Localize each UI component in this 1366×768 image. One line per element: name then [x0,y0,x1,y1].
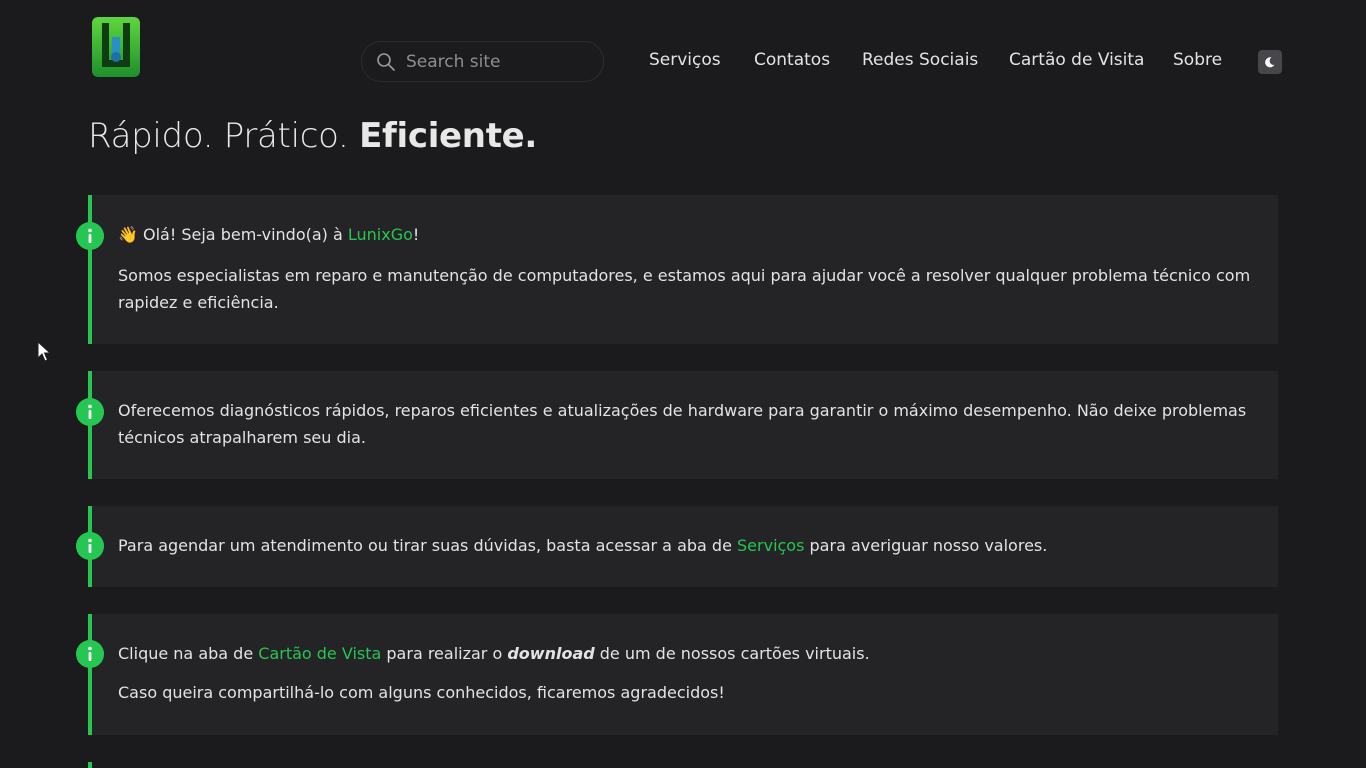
search-box[interactable] [361,41,604,82]
info-icon [76,398,104,426]
schedule-suffix: para averiguar nosso valores. [804,536,1048,555]
info-admonition-welcome: 👋 Olá! Seja bem-vindo(a) à LunixGo! Somo… [76,195,1278,344]
schedule-text: Para agendar um atendimento ou tirar sua… [118,536,738,555]
navbar: Serviços Contatos Redes Sociais Cartão d… [0,0,1366,100]
admonition-line: Para agendar um atendimento ou tirar sua… [118,532,1254,559]
nav-link-contatos[interactable]: Contatos [754,50,830,70]
admonition-line: 👋 Olá! Seja bem-vindo(a) à LunixGo! [118,221,1254,248]
search-input[interactable] [406,50,596,74]
info-admonition-schedule: Para agendar um atendimento ou tirar sua… [76,506,1278,587]
admonition-paragraph: Caso queira compartilhá-lo com alguns co… [118,683,725,702]
moon-icon [1265,57,1275,68]
lunixgo-link[interactable]: LunixGo [348,225,413,244]
logo[interactable] [92,17,140,77]
download-emphasis: download [507,644,595,663]
mouse-cursor-icon [37,341,51,362]
card-text: Clique na aba de [118,644,259,663]
servicos-link[interactable]: Serviços [737,536,804,555]
info-icon [76,532,104,560]
admonition-edge [88,762,92,768]
info-admonition-services: Oferecemos diagnósticos rápidos, reparos… [76,371,1278,479]
nav-link-redes-sociais[interactable]: Redes Sociais [862,50,978,70]
nav-link-cartao-de-visita[interactable]: Cartão de Visita [1009,50,1144,70]
info-icon [76,222,104,250]
page-headline: Rápido. Prático. Eficiente. [88,116,537,156]
search-icon [377,53,395,71]
info-admonition-card: Clique na aba de Cartão de Vista para re… [76,614,1278,735]
admonition-paragraph: Oferecemos diagnósticos rápidos, reparos… [118,401,1247,447]
nav-link-sobre[interactable]: Sobre [1173,50,1222,70]
admonition-paragraph: Somos especialistas em reparo e manutenç… [118,266,1251,312]
info-icon [76,640,104,668]
theme-toggle-button[interactable] [1258,50,1282,74]
cartao-de-vista-link[interactable]: Cartão de Vista [258,644,381,663]
welcome-text: 👋 Olá! Seja bem-vindo(a) à [118,225,348,244]
admonition-line: Clique na aba de Cartão de Vista para re… [118,640,1254,667]
nav-link-servicos[interactable]: Serviços [649,50,721,70]
card-suffix: de um de nossos cartões virtuais. [594,644,870,663]
headline-light: Rápido. Prático. [88,116,360,156]
card-middle: para realizar o [381,644,508,663]
welcome-suffix: ! [412,225,420,244]
headline-bold: Eficiente. [359,116,538,156]
